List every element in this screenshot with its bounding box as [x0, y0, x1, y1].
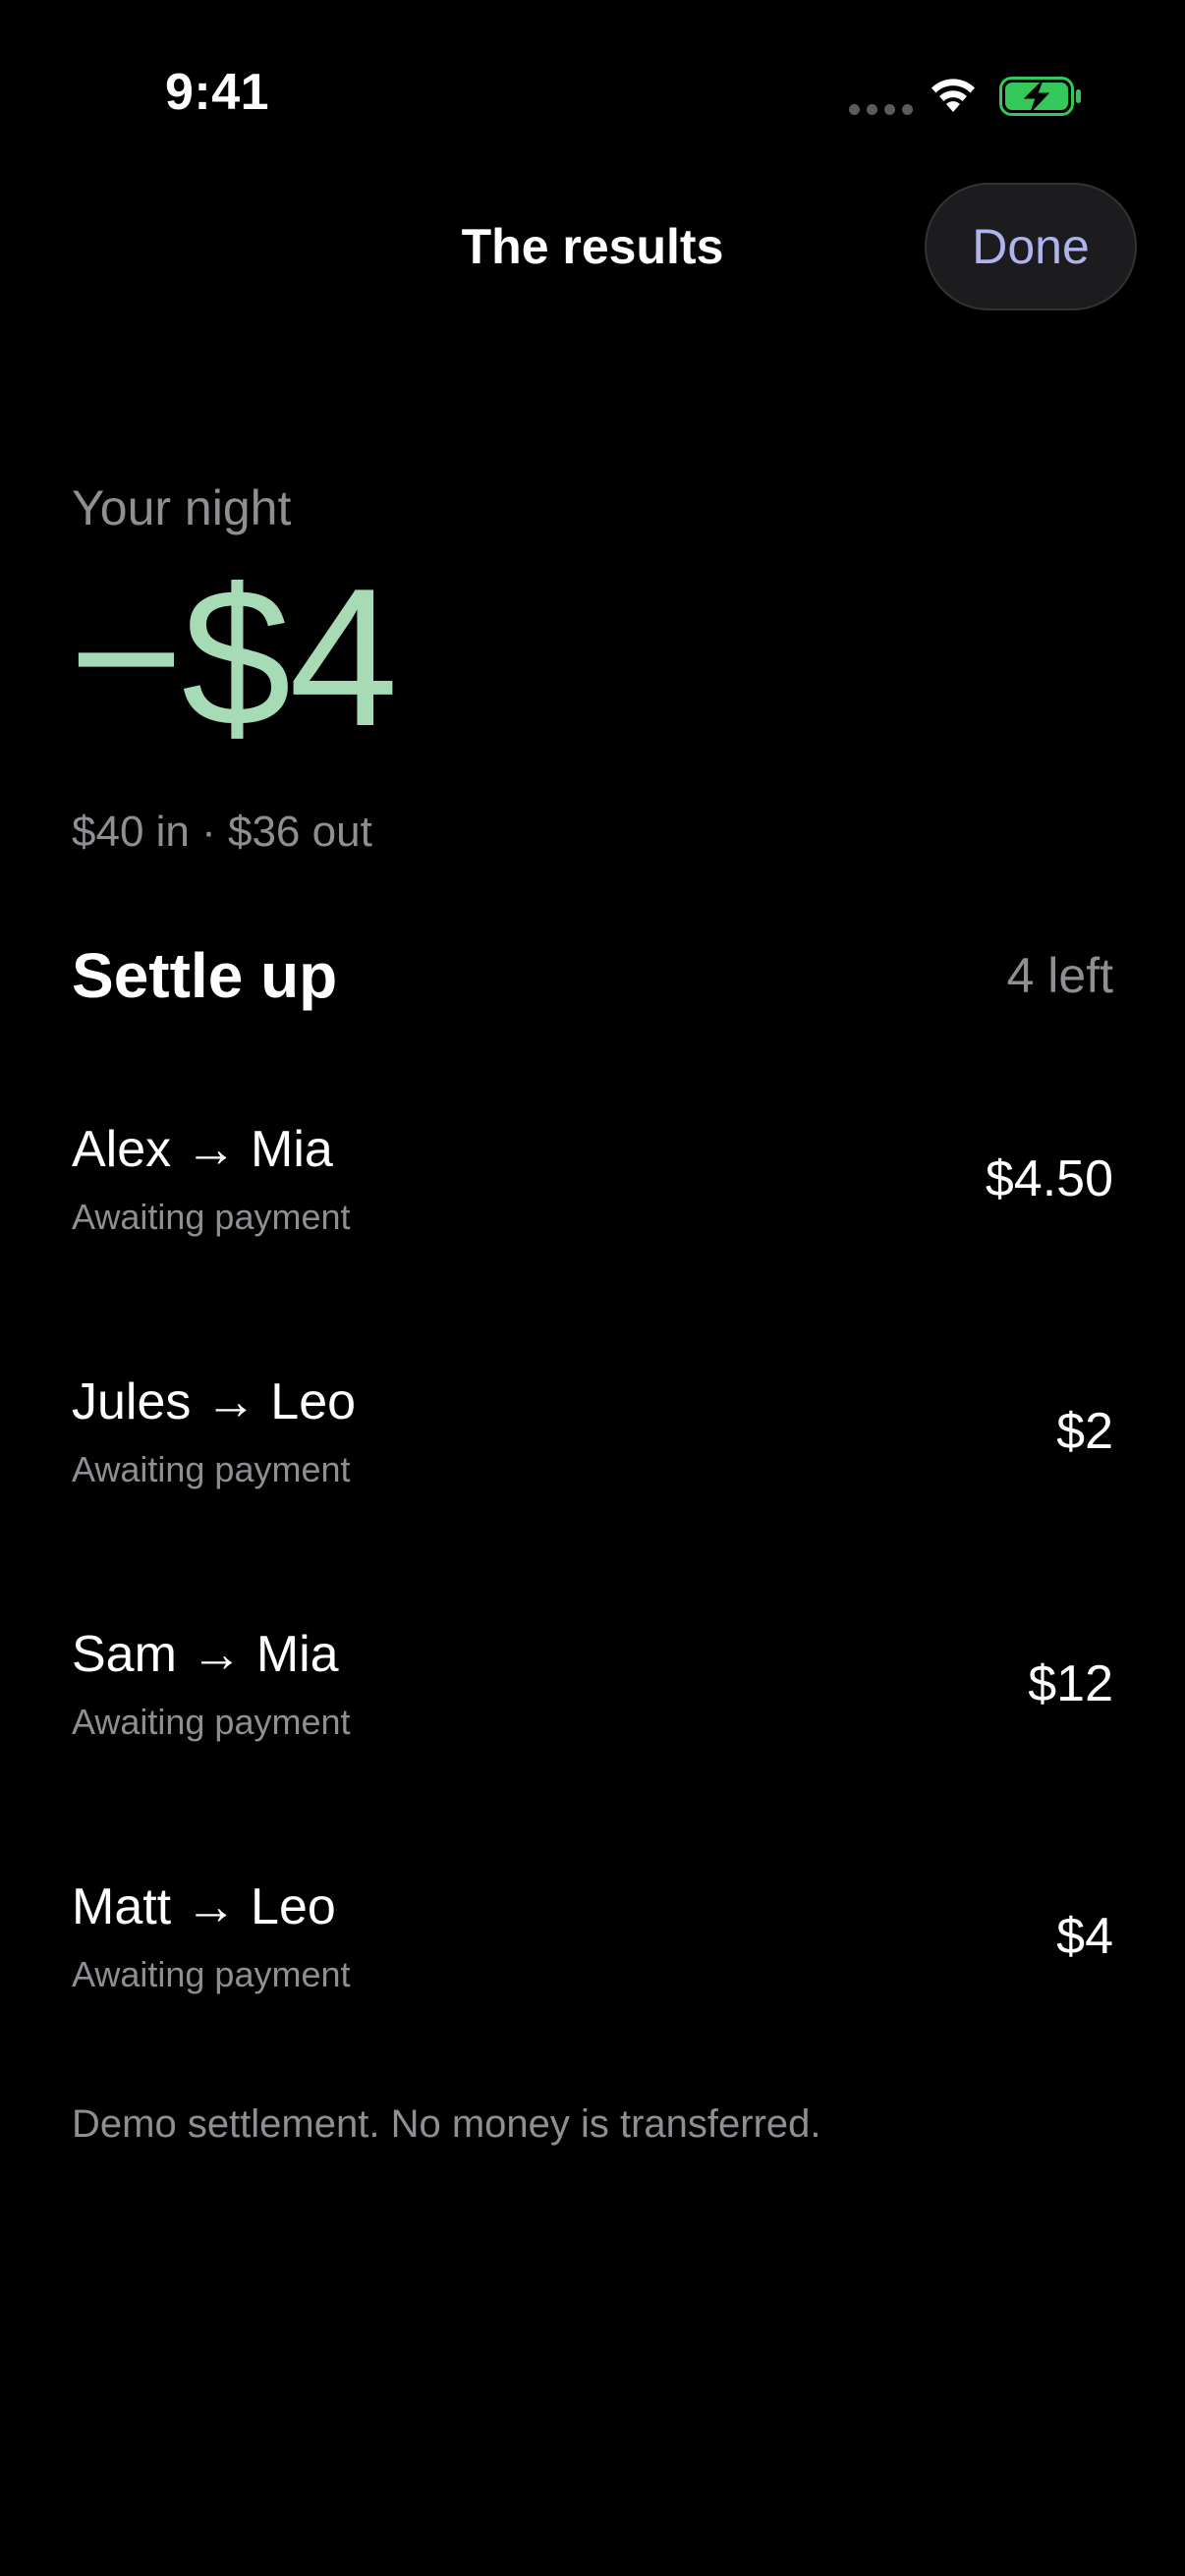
- settle-up-heading: Settle up: [72, 940, 338, 1011]
- settlement-list: Alex → Mia Awaiting payment $4.50 Jules …: [72, 1081, 1113, 2091]
- settlement-row[interactable]: Sam → Mia Awaiting payment $12: [72, 1586, 1113, 1838]
- net-amount: −$4: [69, 548, 398, 767]
- done-button[interactable]: Done: [925, 183, 1137, 310]
- payment-amount: $2: [1056, 1403, 1113, 1460]
- payment-status: Awaiting payment: [72, 1197, 351, 1237]
- payment-status: Awaiting payment: [72, 1702, 351, 1742]
- settlement-row[interactable]: Alex → Mia Awaiting payment $4.50: [72, 1081, 1113, 1333]
- in-out-breakdown: $40 in · $36 out: [72, 808, 372, 856]
- demo-disclaimer: Demo settlement. No money is transferred…: [72, 2102, 821, 2146]
- payer-payee: Jules → Leo: [72, 1373, 357, 1430]
- wifi-icon: [931, 79, 975, 112]
- payment-amount: $4: [1056, 1908, 1113, 1965]
- payer-payee: Matt → Leo: [72, 1878, 336, 1935]
- payment-amount: $4.50: [985, 1150, 1113, 1207]
- payer-payee: Sam → Mia: [72, 1626, 339, 1683]
- status-time: 9:41: [165, 64, 270, 121]
- settlement-row[interactable]: Jules → Leo Awaiting payment $2: [72, 1333, 1113, 1586]
- remaining-count: 4 left: [1006, 948, 1113, 1003]
- payer-payee: Alex → Mia: [72, 1121, 333, 1178]
- summary-caption: Your night: [72, 480, 292, 535]
- payment-status: Awaiting payment: [72, 1449, 351, 1489]
- payment-amount: $12: [1028, 1655, 1113, 1712]
- status-bar: 9:41: [0, 0, 1185, 187]
- payment-status: Awaiting payment: [72, 1954, 351, 1994]
- cellular-dots-icon: [849, 104, 913, 115]
- battery-charging-icon: [999, 77, 1081, 116]
- settlement-row[interactable]: Matt → Leo Awaiting payment $4: [72, 1838, 1113, 2091]
